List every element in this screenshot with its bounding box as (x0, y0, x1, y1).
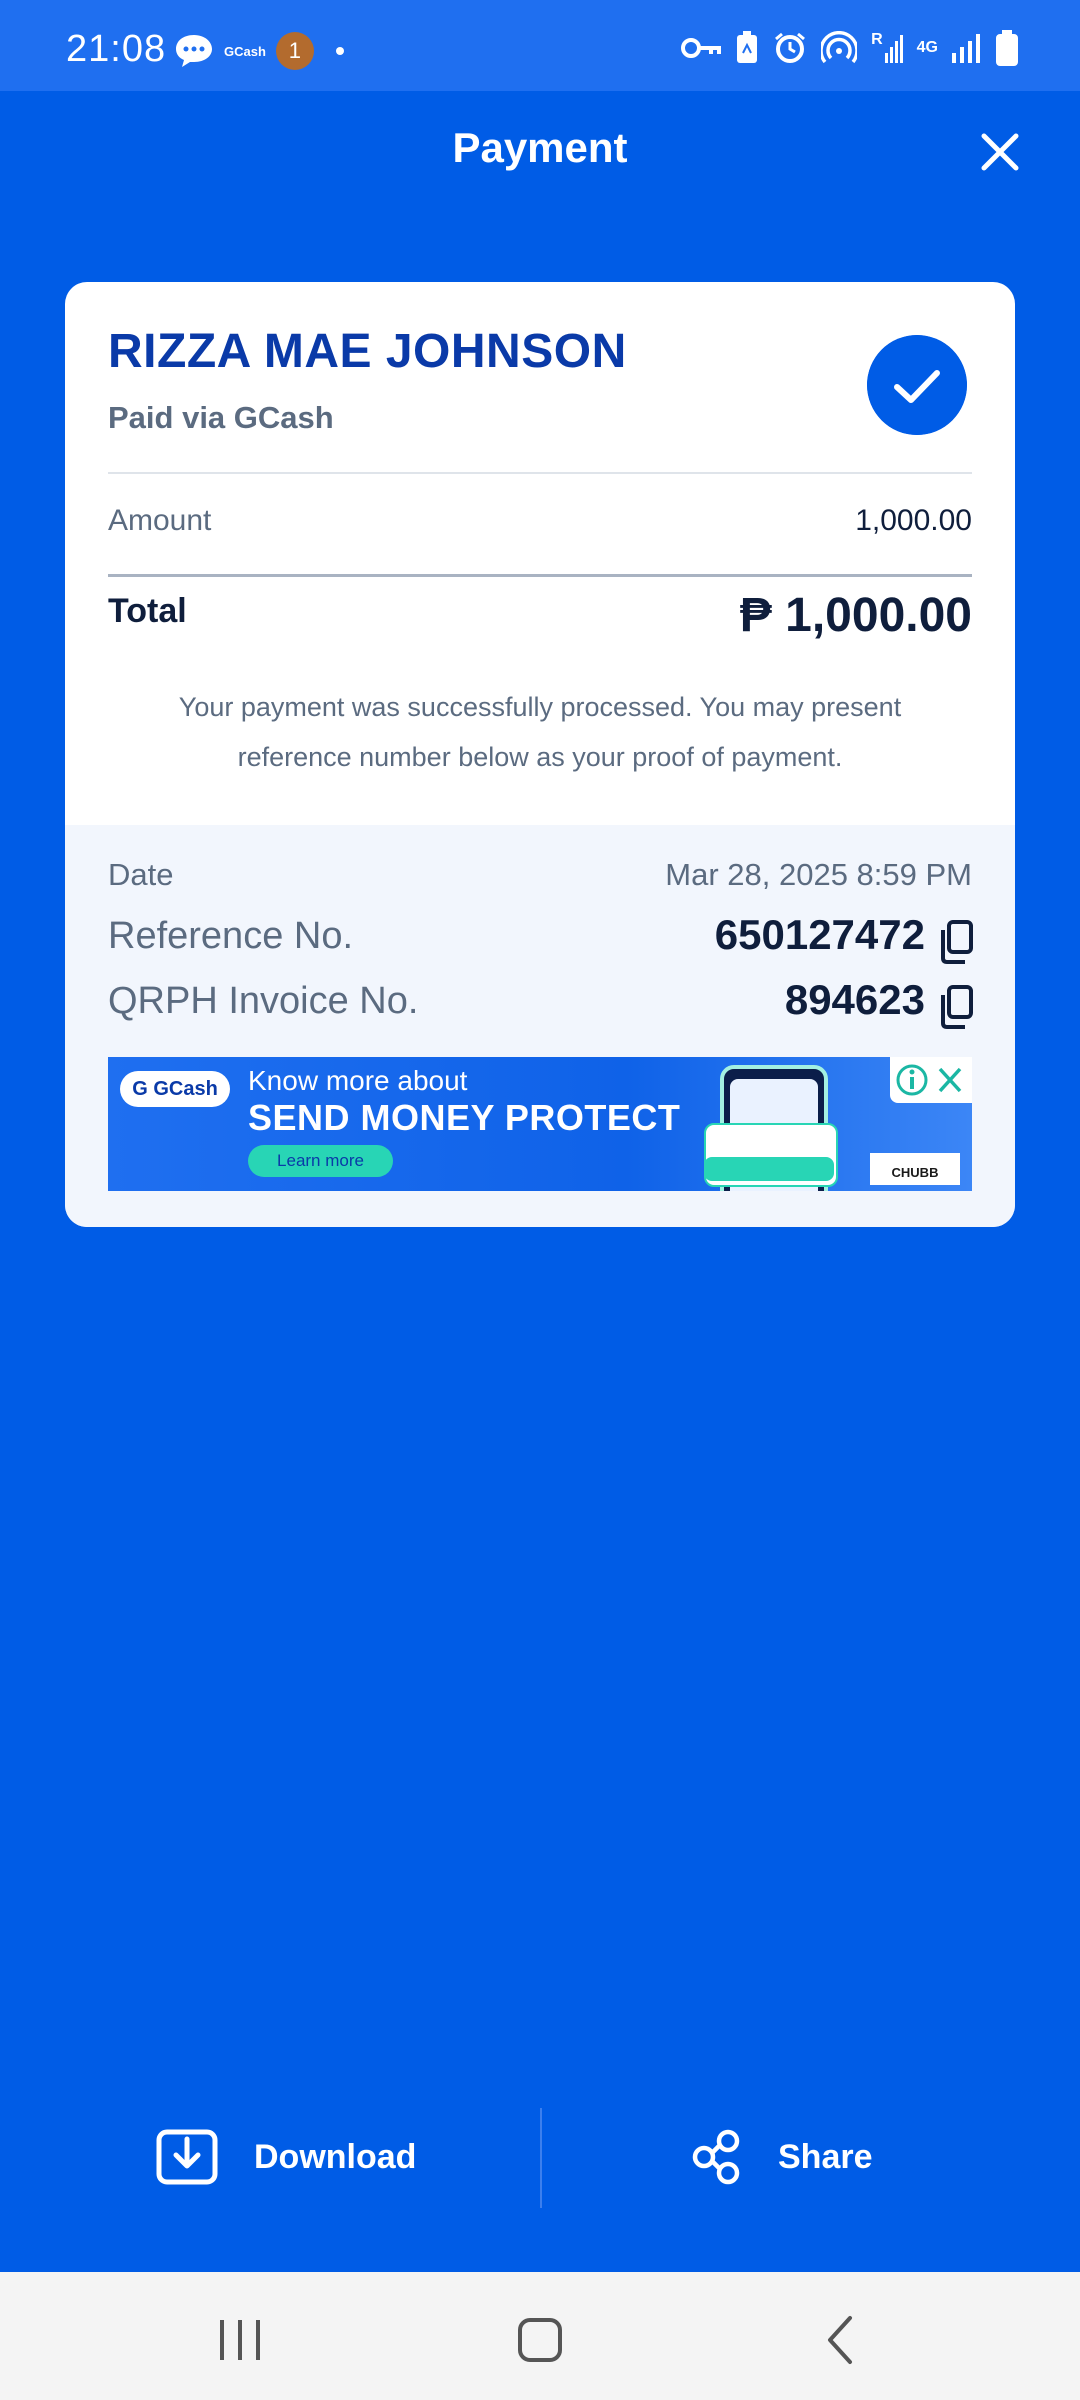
share-label: Share (778, 2137, 873, 2176)
share-icon (692, 2129, 740, 2185)
divider (108, 574, 972, 577)
system-icons: R 4G (681, 30, 1018, 66)
payment-method: Paid via GCash (108, 400, 334, 435)
download-button[interactable]: Download (156, 2122, 416, 2192)
notification-icons: GCash 1 (174, 32, 344, 70)
gcash-logo: G GCash (120, 1071, 230, 1107)
dot-icon (335, 47, 344, 55)
share-button[interactable]: Share (692, 2122, 873, 2192)
payee-name: RIZZA MAE JOHNSON (108, 325, 627, 378)
ad-choices[interactable] (890, 1057, 972, 1103)
page-title: Payment (452, 124, 628, 171)
copy-icon[interactable] (937, 985, 975, 1029)
download-label: Download (254, 2137, 417, 2176)
signal-icon (952, 34, 980, 63)
invoice-label: QRPH Invoice No. (108, 980, 419, 1022)
invoice-value: 894623 (784, 976, 925, 1023)
back-icon[interactable] (812, 2310, 872, 2370)
download-icon (156, 2129, 218, 2185)
check-icon (867, 335, 967, 435)
close-icon[interactable] (976, 128, 1024, 176)
success-note: Your payment was successfully processed.… (178, 692, 902, 772)
signal-r-icon: R (871, 32, 903, 63)
alarm-icon (775, 32, 806, 63)
reference-value: 650127472 (714, 911, 925, 958)
reference-label: Reference No. (108, 915, 354, 957)
recents-icon[interactable] (210, 2310, 270, 2370)
copy-icon[interactable] (937, 920, 975, 964)
info-icon[interactable] (890, 1057, 972, 1103)
protect-illustration (704, 1157, 834, 1181)
chubb-logo: CHUBB (870, 1153, 960, 1185)
home-icon[interactable] (510, 2310, 570, 2370)
banner-title: SEND MONEY PROTECT (248, 1097, 681, 1138)
battery-icon (996, 30, 1018, 66)
hotspot-icon (821, 31, 858, 64)
transaction-details: Date Mar 28, 2025 8:59 PM Reference No. … (65, 825, 1015, 1227)
date-label: Date (108, 857, 174, 892)
banner-headline: Know more about (248, 1065, 468, 1096)
avatar-notification-icon: 1 (275, 32, 314, 70)
receipt-card: RIZZA MAE JOHNSON Paid via GCash Amount … (65, 282, 1015, 1227)
gcash-notification-icon: GCash (224, 43, 266, 59)
status-time: 21:08 (66, 28, 167, 70)
action-divider (540, 2108, 542, 2208)
learn-more-button[interactable]: Learn more (248, 1145, 393, 1177)
amount-value: 1,000.00 (855, 504, 972, 537)
amount-label: Amount (108, 504, 212, 537)
total-value: ₱ 1,000.00 (739, 589, 972, 642)
status-bar: 21:08 GCash 1 R 4G (0, 0, 1080, 91)
system-nav-bar (0, 2272, 1080, 2400)
chat-bubble-icon (176, 35, 212, 67)
signal-4g-icon: 4G (916, 39, 938, 56)
total-label: Total (108, 592, 187, 630)
date-value: Mar 28, 2025 8:59 PM (665, 857, 972, 892)
divider (108, 472, 972, 474)
vpn-key-icon (681, 38, 722, 58)
battery-saver-icon (737, 31, 758, 63)
promo-banner[interactable]: G GCash Know more about SEND MONEY PROTE… (108, 1057, 972, 1191)
